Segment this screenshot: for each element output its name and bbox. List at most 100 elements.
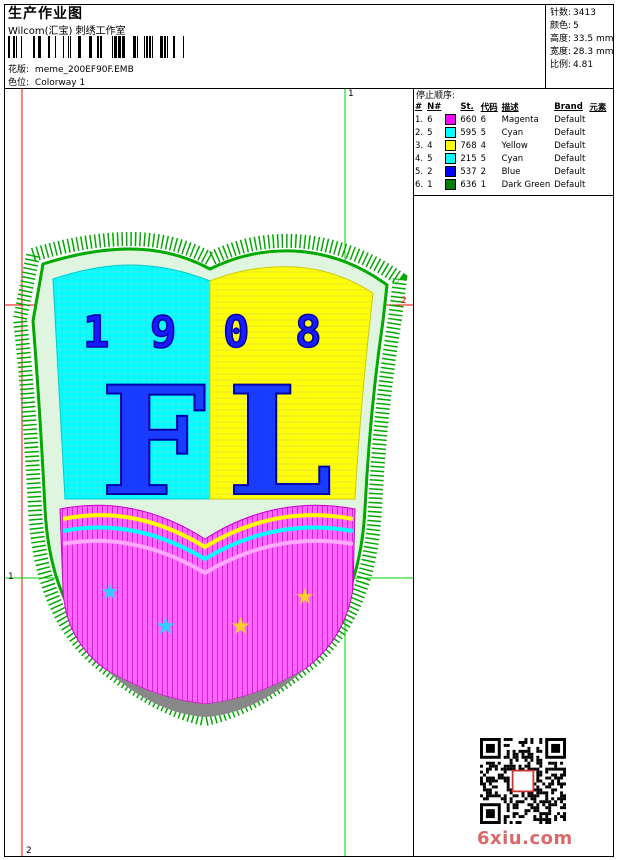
row-element [588,165,609,178]
row-desc: Cyan [501,153,524,164]
row-element [588,152,609,165]
row-brand: Default [554,127,586,138]
design-file: 花版: meme_200EF90F.EMB [8,62,134,75]
table-row: 5. 2 537 2 Blue Default [414,165,609,178]
row-desc: Dark Green [501,179,551,190]
guide-label-right: 2 [401,296,407,306]
letter-f: F [100,354,207,530]
stat-height: 高度: 33.5 mm [548,31,613,44]
row-code: 2 [480,166,487,177]
row-needle: 5 [427,127,433,138]
table-row: 6. 1 636 1 Dark Green Default [414,178,609,191]
row-code: 6 [480,114,487,125]
col-brand: Brand [554,102,583,112]
stop-sequence-table: # N# St. 代码 描述 Brand 元素 1. 6 660 6 Magenta De… [414,101,609,191]
col-needle: N# [427,102,442,112]
table-row: 2. 5 595 5 Cyan Default [414,126,609,139]
col-stitches: St. [460,102,474,112]
row-needle: 2 [427,166,433,177]
star-yellow-2: ★ [295,585,315,610]
stat-label: 高度: [550,34,572,44]
design-canvas: ★ ★ ★ ★ 1 9 0 8 F L [5,89,413,856]
color-swatch [445,153,457,164]
stat-label: 宽度: [550,47,572,57]
row-needle: 5 [427,153,433,164]
stat-label: 针数: [550,8,572,18]
stat-value: 3413 [573,8,596,18]
row-brand: Default [554,114,586,125]
row-swatch [444,113,459,126]
col-element: 元素 [589,103,607,113]
row-desc: Cyan [501,127,524,138]
color-swatch [445,114,457,125]
panel-divider [413,88,414,857]
stats-divider [545,4,546,88]
star-cyan-2: ★ [155,612,177,640]
row-element [588,126,609,139]
colorway: 色位: Colorway 1 [8,75,85,88]
row-desc: Magenta [501,114,539,125]
table-row: 4. 5 215 5 Cyan Default [414,152,609,165]
colorway-label: 色位: [8,78,30,88]
row-element [588,139,609,152]
production-sheet: 生产作业图 Wilcom(汇宝) 刺绣工作室 花版: meme_200EF90F… [0,0,620,860]
stat-value: 33.5 mm [573,34,614,44]
stop-sequence-title: 停止顺序: [416,91,456,101]
row-swatch [444,126,459,139]
col-swatch [444,101,459,113]
stat-value: 4.81 [573,60,594,70]
row-num: 5. [415,166,424,177]
row-desc: Blue [501,166,521,177]
row-needle: 6 [427,114,433,125]
row-num: 3. [415,140,424,151]
row-num: 2. [415,127,424,138]
stat-value: 28.3 mm [573,47,614,57]
guide-label-left: 1 [8,572,14,582]
stat-label: 比例: [550,60,572,70]
row-stitches: 595 [460,127,477,138]
guide-label-top: 1 [348,89,354,99]
stat-colors: 颜色: 5 [548,18,579,31]
guide-label-bottom: 2 [26,846,32,856]
row-element [588,113,609,126]
barcode [8,36,184,58]
row-code: 5 [480,153,487,164]
row-desc: Yellow [501,140,528,151]
page-title: 生产作业图 [8,6,83,22]
col-num: # [415,102,423,112]
row-stitches: 768 [460,140,477,151]
row-stitches: 636 [460,179,477,190]
stat-value: 5 [573,21,579,31]
color-swatch [445,140,457,151]
row-brand: Default [554,140,586,151]
star-yellow-1: ★ [230,612,252,640]
row-swatch [444,165,459,178]
row-code: 5 [480,127,487,138]
digit-8: 8 [295,307,322,358]
table-row: 3. 4 768 4 Yellow Default [414,139,609,152]
qr-code [480,738,566,824]
row-num: 6. [415,179,424,190]
row-brand: Default [554,166,586,177]
stop-table-bottom [413,195,614,196]
row-element [588,178,609,191]
watermark: 6xiu.com [477,828,573,849]
row-swatch [444,152,459,165]
color-swatch [445,179,457,190]
design-value: meme_200EF90F.EMB [34,65,134,75]
digit-0: 0 [223,307,250,358]
digit-9: 9 [150,307,177,358]
row-stitches: 537 [460,166,477,177]
stat-width: 宽度: 28.3 mm [548,44,613,57]
digit-1: 1 [83,307,110,358]
col-desc: 描述 [501,103,519,113]
table-header-row: # N# St. 代码 描述 Brand 元素 [414,101,609,113]
stat-scale: 比例: 4.81 [548,57,593,70]
row-num: 1. [415,114,424,125]
row-needle: 4 [427,140,433,151]
design-label: 花版: [8,65,30,75]
row-code: 4 [480,140,487,151]
col-code: 代码 [480,103,498,113]
row-num: 4. [415,153,424,164]
row-code: 1 [480,179,487,190]
